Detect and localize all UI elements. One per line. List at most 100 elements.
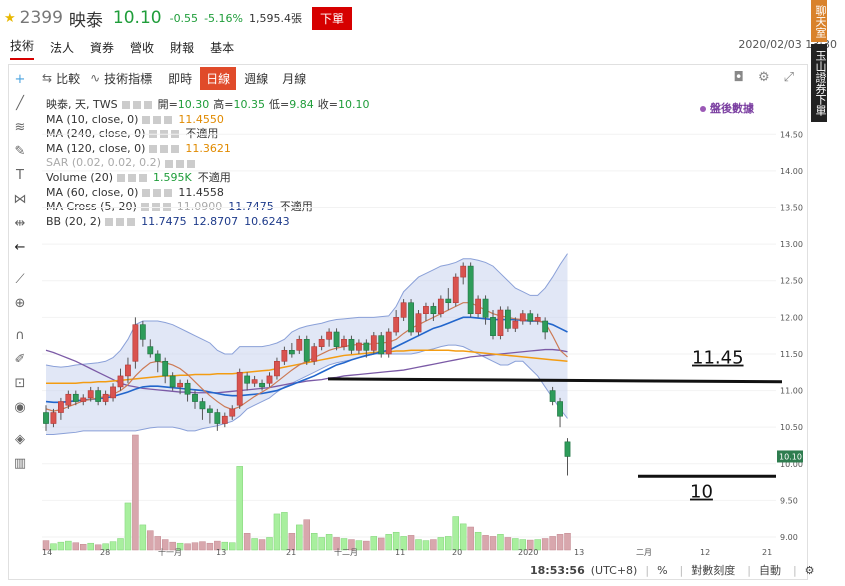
candlestick	[72, 393, 79, 402]
text-tool-icon[interactable]: T	[12, 168, 28, 184]
zoom-in-icon[interactable]: ⊕	[12, 296, 28, 312]
eye-icon[interactable]: ◉	[12, 400, 28, 416]
volume-bar	[258, 539, 266, 551]
candlestick	[341, 339, 347, 347]
candlestick	[177, 382, 183, 388]
realtime-button[interactable]: 即時	[162, 67, 198, 90]
y-tick-label: 13.00	[780, 240, 803, 249]
tab-margin[interactable]: 資券	[90, 39, 114, 60]
period-monthly[interactable]: 月線	[276, 67, 312, 90]
candlestick	[303, 339, 310, 362]
legend-controls[interactable]	[121, 101, 154, 110]
candlestick	[370, 335, 377, 351]
y-tick-label: 14.00	[780, 167, 803, 176]
volume-bar	[266, 537, 273, 551]
symbol-compare-button[interactable]: ⇆ 比較	[42, 70, 80, 87]
volume-bar	[318, 537, 325, 551]
layers-icon[interactable]: ◈	[12, 432, 28, 448]
lock-icon[interactable]: ⊡	[12, 376, 28, 392]
status-bar: 18:53:56 (UTC+8) | % | 對數刻度 | 自動 | ⚙	[530, 562, 827, 578]
candlestick	[236, 371, 243, 406]
candlestick	[266, 375, 273, 384]
volume-bar	[459, 523, 467, 551]
clock-time: 18:53:56	[530, 563, 585, 577]
candlestick	[147, 346, 154, 355]
volume-bar	[325, 534, 333, 551]
volume-bar	[430, 539, 437, 551]
low-label: 低=	[269, 98, 290, 111]
tab-technical[interactable]: 技術	[10, 37, 35, 60]
chart-settings-icon[interactable]: ⚙	[805, 564, 815, 577]
measure-icon[interactable]: ⇹	[12, 216, 28, 232]
fib-tool-icon[interactable]: ≋	[12, 120, 28, 136]
candlestick	[445, 298, 452, 304]
candlestick	[363, 342, 370, 351]
candlestick	[437, 298, 444, 314]
trash-icon[interactable]: ▥	[12, 456, 28, 472]
tab-financials[interactable]: 財報	[170, 39, 194, 60]
indicators-label: 技術指標	[104, 71, 153, 86]
indicators-button[interactable]: ∿ 技術指標	[90, 70, 152, 87]
candlestick	[408, 302, 414, 333]
ruler-icon[interactable]: ⟋	[12, 272, 28, 288]
candlestick	[527, 313, 534, 322]
candlestick	[393, 317, 400, 333]
period-weekly[interactable]: 週線	[238, 67, 274, 90]
crosshair-icon[interactable]: +	[12, 72, 28, 88]
tab-institutional[interactable]: 法人	[50, 39, 74, 60]
annotation-11-45: 11.45	[692, 348, 744, 369]
log-scale-toggle[interactable]: 對數刻度	[691, 562, 735, 578]
order-button[interactable]: 下單	[311, 6, 352, 30]
favorite-star-icon[interactable]: ★	[4, 11, 16, 26]
volume-bar	[303, 519, 310, 551]
candlestick	[281, 350, 288, 362]
chat-room-button[interactable]: 聊天室	[811, 0, 827, 42]
indicator-icon: ∿	[90, 71, 101, 85]
y-tick-label: 14.50	[780, 130, 803, 139]
trend-line-icon[interactable]: ╱	[12, 96, 28, 112]
y-tick-label: 12.00	[780, 313, 803, 322]
close-value: 10.10	[337, 98, 370, 111]
candlestick	[50, 412, 57, 424]
x-tick-label: 十一月	[158, 547, 182, 556]
price-change-percent: -5.16%	[204, 11, 243, 25]
volume-bar	[474, 531, 482, 551]
candlestick	[385, 331, 392, 355]
timezone: (UTC+8)	[590, 563, 638, 577]
tab-basic[interactable]: 基本	[210, 39, 234, 60]
candlestick	[497, 309, 504, 336]
candlestick	[378, 335, 385, 355]
support-line-11-45	[327, 377, 783, 384]
candlestick	[110, 386, 116, 399]
percent-scale-toggle[interactable]: %	[657, 564, 667, 577]
brush-icon[interactable]: ✎	[12, 144, 28, 160]
fullscreen-icon[interactable]: ⤢	[784, 70, 794, 85]
volume-bar	[57, 541, 65, 551]
magnet-icon[interactable]: ∩	[12, 328, 28, 344]
volume-bar	[109, 541, 117, 551]
volume-bar	[191, 542, 199, 551]
candlestick	[192, 393, 198, 402]
period-daily[interactable]: 日線	[200, 66, 237, 90]
volume-bar	[87, 542, 94, 551]
auto-scale-toggle[interactable]: 自動	[759, 562, 781, 578]
x-tick-label: 21	[286, 548, 296, 556]
candlestick	[132, 324, 139, 362]
candlestick	[326, 331, 332, 340]
price-chart[interactable]: 14.50 14.00 13.50 13.00 12.50 12.00 11.50 11.00…	[40, 116, 808, 556]
after-hours-data-toggle[interactable]: 盤後數據	[700, 100, 754, 116]
x-tick-label: 14	[42, 548, 52, 556]
x-tick-label: 20	[452, 548, 462, 556]
volume-bar	[385, 534, 392, 551]
candlestick	[154, 353, 161, 362]
back-arrow-icon[interactable]: ←	[12, 240, 28, 256]
broker-order-button[interactable]: 玉山證券下單	[811, 44, 827, 122]
lock-drawing-icon[interactable]: ✐	[12, 352, 28, 368]
tab-revenue[interactable]: 營收	[130, 39, 154, 60]
camera-icon[interactable]: ◘	[734, 70, 744, 85]
settings-gear-icon[interactable]: ⚙	[758, 70, 770, 85]
candlestick	[139, 324, 146, 340]
volume-bar	[467, 526, 474, 551]
y-tick-label: 10.50	[780, 423, 803, 432]
pattern-icon[interactable]: ⋈	[12, 192, 28, 208]
